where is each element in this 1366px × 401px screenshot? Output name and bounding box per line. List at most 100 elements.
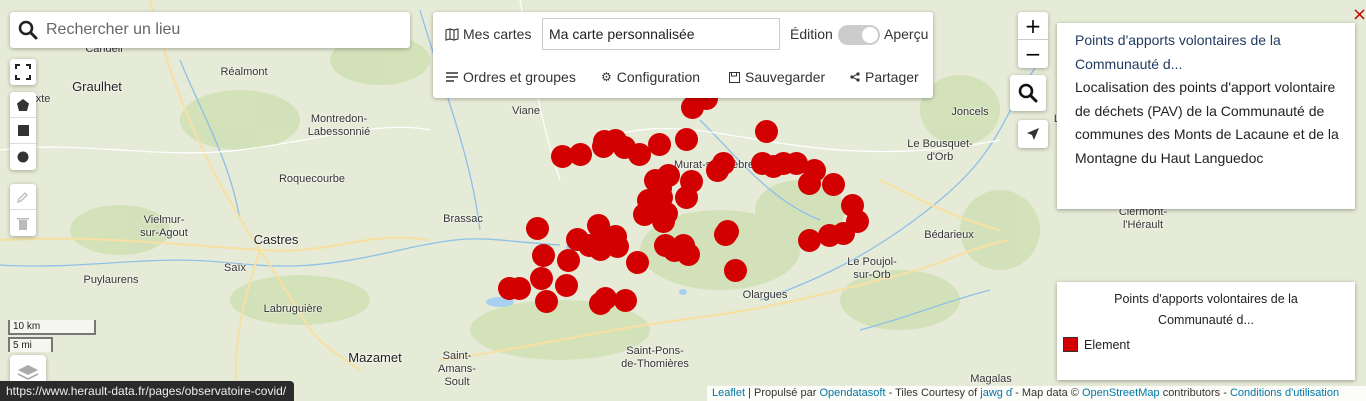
status-url: https://www.herault-data.fr/pages/observ…: [0, 381, 295, 401]
collection-point-marker[interactable]: [534, 289, 558, 313]
collection-point-marker[interactable]: [674, 185, 698, 209]
opendatasoft-link[interactable]: Opendatasoft: [819, 387, 885, 399]
fullscreen-icon: [10, 59, 36, 85]
map-attribution: Leaflet | Propulsé par Opendatasoft - Ti…: [707, 386, 1366, 401]
jawg-icon: ɗ: [1005, 387, 1013, 399]
draw-circle-button[interactable]: [10, 144, 36, 170]
collection-point-marker[interactable]: [821, 172, 845, 196]
place-label: Saint-Pons-de-Thomières: [621, 345, 689, 370]
place-label: Roquecourbe: [278, 173, 346, 185]
place-label: Castres: [253, 232, 299, 247]
edit-layers-button[interactable]: [10, 184, 36, 210]
toggle-knob: [862, 27, 878, 43]
search-input[interactable]: [46, 21, 386, 39]
scale-mi: 5 mi: [8, 337, 53, 352]
osm-link[interactable]: OpenStreetMap: [1082, 387, 1160, 399]
collection-point-marker[interactable]: [556, 248, 580, 272]
save-button[interactable]: Sauvegarder: [729, 69, 825, 85]
attrib-text-mapdata: - Map data ©: [1015, 387, 1079, 399]
collection-point-marker[interactable]: [797, 228, 821, 252]
collection-point-marker[interactable]: [625, 250, 649, 274]
terms-link[interactable]: Conditions d'utilisation: [1230, 387, 1339, 399]
close-icon[interactable]: ×: [1352, 6, 1366, 24]
attrib-text-powered: | Propulsé par: [748, 387, 817, 399]
zoom-out-button[interactable]: −: [1018, 40, 1048, 68]
delete-layers-button[interactable]: [10, 210, 36, 236]
collection-point-marker[interactable]: [651, 209, 675, 233]
share-icon: [850, 72, 860, 82]
legend-title: Points d'apports volontaires de la Commu…: [1114, 292, 1298, 327]
collection-point-marker[interactable]: [723, 258, 747, 282]
place-label: Clermont-l'Hérault: [1118, 206, 1168, 231]
collection-point-marker[interactable]: [507, 276, 531, 300]
draw-toolbar: [10, 92, 36, 170]
collection-point-marker[interactable]: [613, 288, 637, 312]
collection-point-marker[interactable]: [592, 129, 616, 153]
collection-point-marker[interactable]: [529, 266, 553, 290]
share-label: Partager: [865, 69, 919, 85]
collection-point-marker[interactable]: [817, 223, 841, 247]
orders-groups-button[interactable]: Ordres et groupes: [446, 69, 576, 85]
collection-point-marker[interactable]: [674, 127, 698, 151]
place-label: Olargues: [742, 289, 788, 301]
attrib-text-tiles: - Tiles Courtesy of: [888, 387, 978, 399]
draw-polygon-button[interactable]: [10, 92, 36, 118]
configuration-label: Configuration: [616, 69, 701, 85]
place-label: Viane: [512, 105, 540, 117]
location-arrow-icon: [1027, 128, 1039, 140]
attrib-text-contrib: contributors -: [1162, 387, 1227, 399]
place-label: Mazamet: [348, 350, 402, 365]
legend-item-label: Element: [1084, 337, 1130, 352]
rectangle-icon: [17, 125, 29, 136]
collection-point-marker[interactable]: [676, 242, 700, 266]
polygon-icon: [17, 98, 29, 111]
save-icon: [729, 71, 740, 83]
share-button[interactable]: Partager: [850, 69, 919, 85]
my-maps-label: Mes cartes: [463, 26, 532, 42]
fullscreen-button[interactable]: [10, 59, 36, 85]
collection-point-marker[interactable]: [627, 142, 651, 166]
map-name-input[interactable]: [542, 18, 780, 50]
search-icon: [1018, 83, 1038, 103]
collection-point-marker[interactable]: [565, 227, 589, 251]
locate-button[interactable]: [1018, 120, 1048, 148]
place-label: Labruguière: [263, 303, 323, 315]
collection-point-marker[interactable]: [593, 286, 617, 310]
edit-toolbar: [10, 184, 36, 236]
collection-point-marker[interactable]: [568, 142, 592, 166]
zoom-in-button[interactable]: +: [1018, 12, 1048, 40]
collection-point-marker[interactable]: [554, 273, 578, 297]
place-label: Saint- Amans- Soult: [438, 350, 476, 388]
collection-point-marker[interactable]: [647, 132, 671, 156]
dataset-title[interactable]: Points d'apports volontaires de la Commu…: [1075, 29, 1339, 76]
collection-point-marker[interactable]: [705, 158, 729, 182]
collection-point-marker[interactable]: [605, 234, 629, 258]
mode-toggle[interactable]: [838, 25, 880, 45]
collection-point-marker[interactable]: [754, 119, 778, 143]
scale-km: 10 km: [8, 320, 96, 335]
dataset-description: Localisation des points d'apport volonta…: [1075, 79, 1339, 166]
configuration-button[interactable]: ⚙ Configuration: [601, 69, 700, 85]
place-label: Magalas: [970, 373, 1012, 385]
zoom-control: + −: [1018, 12, 1048, 68]
map-panel: Mes cartes Édition Aperçu Ordres et grou…: [433, 12, 933, 98]
legend: Points d'apports volontaires de la Commu…: [1057, 282, 1355, 380]
leaflet-link[interactable]: Leaflet: [712, 387, 745, 399]
place-label: Graulhet: [72, 79, 122, 94]
map-icon: [445, 27, 459, 41]
search-box[interactable]: [10, 12, 410, 48]
map-search-button[interactable]: [1010, 75, 1046, 111]
place-label: Brassac: [443, 213, 483, 225]
my-maps-button[interactable]: Mes cartes: [445, 26, 531, 42]
collection-point-marker[interactable]: [531, 243, 555, 267]
edit-icon: [17, 191, 28, 203]
draw-rectangle-button[interactable]: [10, 118, 36, 144]
preview-label: Aperçu: [884, 26, 929, 42]
collection-point-marker[interactable]: [525, 216, 549, 240]
collection-point-marker[interactable]: [715, 219, 739, 243]
collection-point-marker[interactable]: [797, 171, 821, 195]
trash-icon: [17, 217, 29, 230]
jawg-link[interactable]: jawg: [980, 387, 1003, 399]
collection-point-marker[interactable]: [636, 188, 660, 212]
place-label: Bédarieux: [924, 229, 974, 241]
